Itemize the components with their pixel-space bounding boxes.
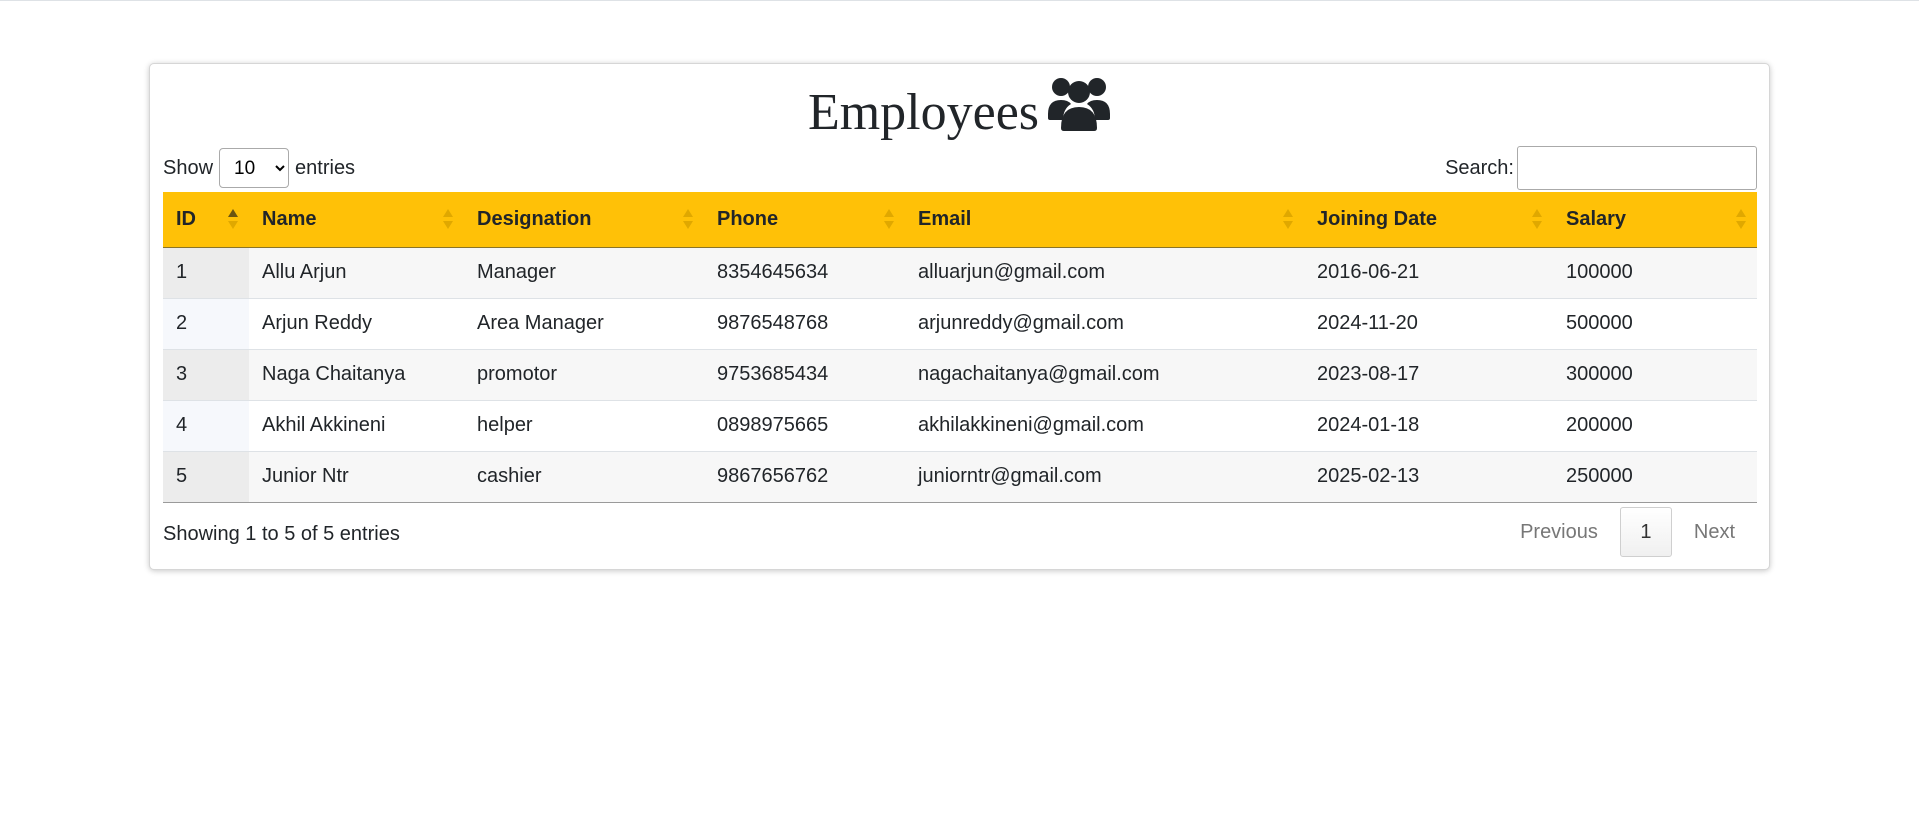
sort-icon xyxy=(683,209,693,229)
cell-email: alluarjun@gmail.com xyxy=(905,247,1304,299)
sort-icon xyxy=(1736,209,1746,229)
table-info: Showing 1 to 5 of 5 entries xyxy=(163,523,400,545)
column-header-joining-date[interactable]: Joining Date xyxy=(1304,192,1553,248)
cell-phone: 8354645634 xyxy=(704,247,905,299)
search-label: Search: xyxy=(1445,156,1514,179)
column-label: Name xyxy=(262,207,317,230)
cell-salary: 100000 xyxy=(1553,247,1757,299)
table-row: 3 Naga Chaitanya promotor 9753685434 nag… xyxy=(163,349,1757,401)
cell-email: juniorntr@gmail.com xyxy=(905,451,1304,503)
cell-name: Naga Chaitanya xyxy=(249,349,464,401)
column-header-email[interactable]: Email xyxy=(905,192,1304,248)
column-label: Joining Date xyxy=(1317,207,1438,230)
cell-email: nagachaitanya@gmail.com xyxy=(905,349,1304,401)
table-row: 2 Arjun Reddy Area Manager 9876548768 ar… xyxy=(163,298,1757,350)
next-button[interactable]: Next xyxy=(1672,507,1757,557)
table-header-row: ID Name Designation Phone Email Joining … xyxy=(163,192,1757,248)
cell-name: Junior Ntr xyxy=(249,451,464,503)
table-row: 5 Junior Ntr cashier 9867656762 juniornt… xyxy=(163,451,1757,503)
cell-designation: Area Manager xyxy=(464,298,704,350)
column-header-phone[interactable]: Phone xyxy=(704,192,905,248)
column-label: Email xyxy=(918,207,972,230)
page-title: Employees xyxy=(150,76,1769,148)
column-header-id[interactable]: ID xyxy=(163,192,249,248)
pagination: Previous 1 Next xyxy=(1498,507,1757,557)
column-label: Salary xyxy=(1566,207,1627,230)
cell-email: arjunreddy@gmail.com xyxy=(905,298,1304,350)
column-header-designation[interactable]: Designation xyxy=(464,192,704,248)
top-border xyxy=(0,0,1919,1)
page-title-text: Employees xyxy=(807,84,1040,141)
entries-label: entries xyxy=(295,157,356,179)
sort-icon xyxy=(443,209,453,229)
cell-phone: 9867656762 xyxy=(704,451,905,503)
entries-select[interactable]: 10 xyxy=(219,148,290,188)
cell-salary: 500000 xyxy=(1553,298,1757,350)
cell-id: 2 xyxy=(163,298,249,350)
page-button-current[interactable]: 1 xyxy=(1619,507,1672,557)
sort-icon xyxy=(1283,209,1293,229)
sort-icon xyxy=(884,209,894,229)
column-header-salary[interactable]: Salary xyxy=(1553,192,1757,248)
cell-phone: 0898975665 xyxy=(704,400,905,452)
users-icon xyxy=(1047,76,1111,148)
cell-joining-date: 2023-08-17 xyxy=(1304,349,1553,401)
cell-name: Allu Arjun xyxy=(249,247,464,299)
column-label: Designation xyxy=(477,207,592,230)
entries-length: Show 10 entries xyxy=(163,148,355,188)
sort-asc-icon xyxy=(228,209,238,229)
cell-joining-date: 2024-11-20 xyxy=(1304,298,1553,350)
table-row: 4 Akhil Akkineni helper 0898975665 akhil… xyxy=(163,400,1757,452)
employees-card: Employees Show 10 entries Search: ID Nam… xyxy=(149,63,1770,570)
cell-phone: 9753685434 xyxy=(704,349,905,401)
cell-salary: 300000 xyxy=(1553,349,1757,401)
cell-name: Arjun Reddy xyxy=(249,298,464,350)
cell-designation: promotor xyxy=(464,349,704,401)
cell-designation: Manager xyxy=(464,247,704,299)
cell-joining-date: 2016-06-21 xyxy=(1304,247,1553,299)
cell-joining-date: 2024-01-18 xyxy=(1304,400,1553,452)
cell-designation: cashier xyxy=(464,451,704,503)
cell-joining-date: 2025-02-13 xyxy=(1304,451,1553,503)
column-label: Phone xyxy=(717,207,779,230)
cell-phone: 9876548768 xyxy=(704,298,905,350)
cell-id: 3 xyxy=(163,349,249,401)
cell-designation: helper xyxy=(464,400,704,452)
cell-name: Akhil Akkineni xyxy=(249,400,464,452)
search-input[interactable] xyxy=(1517,146,1757,190)
cell-id: 5 xyxy=(163,451,249,503)
search-box: Search: xyxy=(1445,146,1757,190)
cell-salary: 200000 xyxy=(1553,400,1757,452)
cell-email: akhilakkineni@gmail.com xyxy=(905,400,1304,452)
table-row: 1 Allu Arjun Manager 8354645634 alluarju… xyxy=(163,247,1757,299)
column-label: ID xyxy=(176,207,196,230)
cell-salary: 250000 xyxy=(1553,451,1757,503)
cell-id: 1 xyxy=(163,247,249,299)
show-label: Show xyxy=(163,157,214,179)
sort-icon xyxy=(1532,209,1542,229)
cell-id: 4 xyxy=(163,400,249,452)
employees-table: ID Name Designation Phone Email Joining … xyxy=(163,192,1757,503)
column-header-name[interactable]: Name xyxy=(249,192,464,248)
previous-button[interactable]: Previous xyxy=(1498,507,1620,557)
